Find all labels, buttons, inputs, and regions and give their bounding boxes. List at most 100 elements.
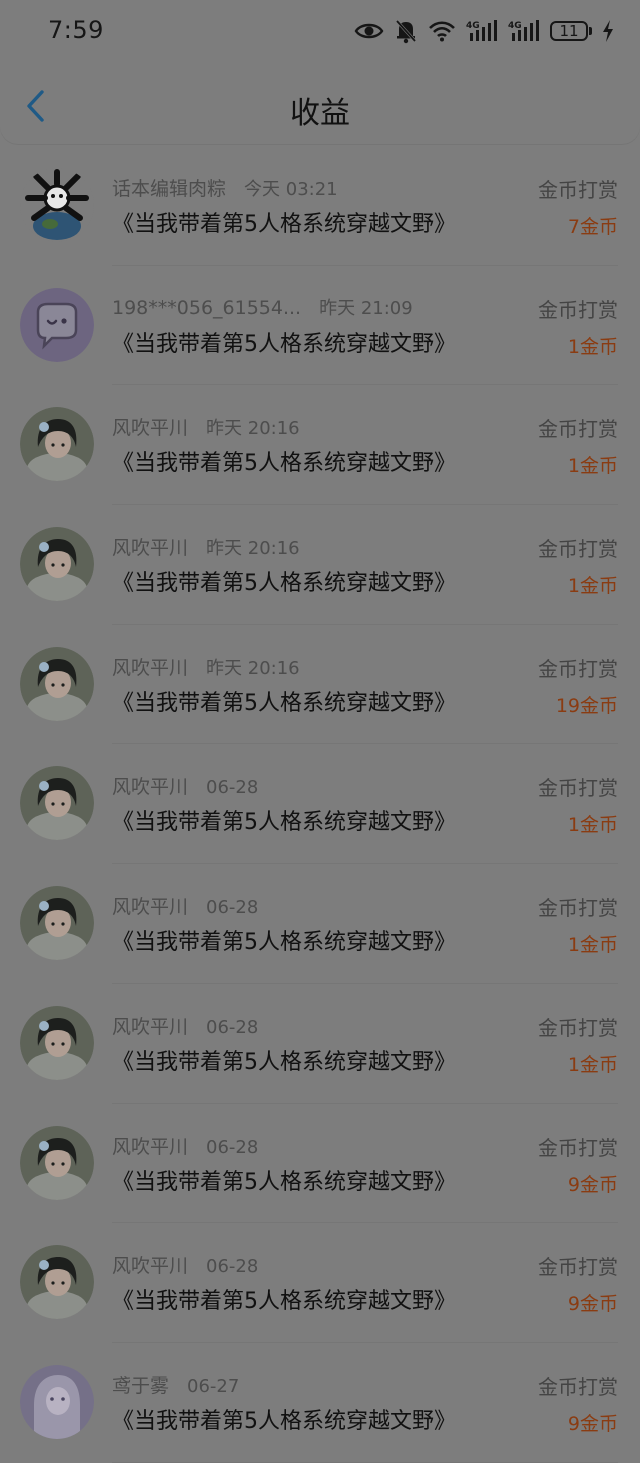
- reward-amount: 1金币: [567, 814, 618, 837]
- item-meta: 风吹平川 06-28: [112, 1251, 258, 1278]
- list-item[interactable]: 198***056_61554... 昨天 21:09 《当我带着第5人格系统穿越…: [0, 266, 640, 386]
- reward-type: 金币打赏: [538, 178, 618, 202]
- book-title: 《当我带着第5人格系统穿越文野》: [112, 690, 456, 716]
- reward-type: 金币打赏: [538, 896, 618, 921]
- list-item[interactable]: 风吹平川 06-28 《当我带着第5人格系统穿越文野》 金币打赏 1金币: [0, 744, 640, 864]
- battery-icon: 11: [550, 21, 592, 41]
- avatar[interactable]: [20, 886, 94, 961]
- avatar[interactable]: [20, 1245, 94, 1320]
- sender-name: 风吹平川: [112, 656, 189, 679]
- avatar[interactable]: [20, 766, 94, 841]
- item-time: 06-28: [206, 1016, 259, 1038]
- item-meta: 风吹平川 06-28: [112, 892, 258, 919]
- sender-name: 风吹平川: [112, 1135, 189, 1158]
- sender-name: 风吹平川: [112, 537, 189, 560]
- sender-name: 风吹平川: [112, 896, 189, 919]
- book-title: 《当我带着第5人格系统穿越文野》: [112, 571, 456, 597]
- sender-name: 风吹平川: [112, 776, 189, 799]
- mute-bell-icon: [394, 18, 418, 44]
- sender-name: 鸢于雾: [112, 1374, 170, 1397]
- list-item[interactable]: 风吹平川 06-28 《当我带着第5人格系统穿越文野》 金币打赏 9金币: [0, 1223, 640, 1343]
- book-title: 《当我带着第5人格系统穿越文野》: [112, 331, 456, 357]
- item-time: 06-28: [206, 1136, 259, 1158]
- item-meta: 话本编辑肉粽 今天 03:21: [112, 174, 338, 201]
- item-time: 昨天 20:16: [206, 418, 300, 440]
- item-time: 昨天 20:16: [206, 657, 300, 679]
- item-meta: 风吹平川 06-28: [112, 772, 258, 799]
- book-title: 《当我带着第5人格系统穿越文野》: [112, 1169, 456, 1195]
- sender-name: 话本编辑肉粽: [112, 178, 227, 200]
- svg-text:4G: 4G: [466, 21, 480, 31]
- item-meta: 风吹平川 06-28: [112, 1132, 258, 1159]
- eye-icon: [354, 20, 384, 42]
- book-title: 《当我带着第5人格系统穿越文野》: [112, 1049, 456, 1075]
- book-title: 《当我带着第5人格系统穿越文野》: [112, 930, 456, 956]
- book-title: 《当我带着第5人格系统穿越文野》: [112, 1289, 456, 1315]
- reward-amount: 7金币: [567, 216, 618, 238]
- reward-amount: 1金币: [567, 335, 618, 358]
- reward-amount: 1金币: [567, 1053, 618, 1076]
- signal-4g-icon: 4G: [508, 19, 540, 43]
- reward-type: 金币打赏: [538, 1255, 618, 1280]
- earnings-list: 话本编辑肉粽 今天 03:21 《当我带着第5人格系统穿越文野》 金币打赏 7金币…: [0, 146, 640, 1463]
- reward-type: 金币打赏: [538, 1015, 618, 1040]
- reward-amount: 1金币: [567, 455, 618, 478]
- avatar[interactable]: [20, 646, 94, 721]
- reward-type: 金币打赏: [538, 1374, 618, 1399]
- list-item[interactable]: 风吹平川 06-28 《当我带着第5人格系统穿越文野》 金币打赏 1金币: [0, 864, 640, 984]
- battery-level: 11: [550, 21, 588, 41]
- avatar[interactable]: [20, 1364, 94, 1439]
- reward-type: 金币打赏: [538, 297, 618, 322]
- item-time: 昨天 20:16: [206, 538, 300, 560]
- reward-type: 金币打赏: [538, 537, 618, 562]
- item-time: 06-28: [206, 777, 259, 799]
- sender-name: 风吹平川: [112, 417, 189, 440]
- reward-amount: 9金币: [567, 1412, 618, 1435]
- avatar[interactable]: [20, 527, 94, 602]
- list-item[interactable]: 风吹平川 昨天 20:16 《当我带着第5人格系统穿越文野》 金币打赏 1金币: [0, 505, 640, 625]
- charging-bolt-icon: [602, 20, 614, 42]
- item-meta: 风吹平川 昨天 20:16: [112, 533, 300, 560]
- book-title: 《当我带着第5人格系统穿越文野》: [112, 810, 456, 836]
- item-time: 06-27: [187, 1375, 240, 1397]
- wifi-icon: [428, 20, 456, 42]
- sender-name: 风吹平川: [112, 1255, 189, 1278]
- item-time: 06-28: [206, 897, 259, 919]
- book-title: 《当我带着第5人格系统穿越文野》: [112, 212, 456, 237]
- avatar[interactable]: [20, 1125, 94, 1200]
- item-meta: 鸢于雾 06-27: [112, 1371, 239, 1398]
- signal-4g-icon: 4G: [466, 19, 498, 43]
- reward-type: 金币打赏: [538, 1135, 618, 1160]
- reward-amount: 19金币: [555, 694, 618, 717]
- page-title: 收益: [290, 96, 350, 131]
- list-item[interactable]: 鸢于雾 06-27 《当我带着第5人格系统穿越文野》 金币打赏 9金币: [0, 1343, 640, 1463]
- avatar[interactable]: [20, 1005, 94, 1080]
- reward-amount: 1金币: [567, 934, 618, 957]
- item-meta: 198***056_61554... 昨天 21:09: [112, 294, 413, 320]
- sender-name: 风吹平川: [112, 1015, 189, 1038]
- header: 收益: [0, 62, 640, 144]
- status-bar: 7:59 4G 4G 11: [0, 0, 640, 62]
- reward-type: 金币打赏: [538, 417, 618, 442]
- book-title: 《当我带着第5人格系统穿越文野》: [112, 1408, 456, 1434]
- reward-type: 金币打赏: [538, 776, 618, 801]
- item-time: 06-28: [206, 1256, 259, 1278]
- avatar[interactable]: [20, 287, 94, 362]
- item-meta: 风吹平川 06-28: [112, 1012, 258, 1039]
- list-item[interactable]: 风吹平川 昨天 20:16 《当我带着第5人格系统穿越文野》 金币打赏 19金币: [0, 625, 640, 745]
- avatar[interactable]: [20, 168, 94, 242]
- list-item[interactable]: 风吹平川 06-28 《当我带着第5人格系统穿越文野》 金币打赏 9金币: [0, 1104, 640, 1224]
- status-time: 7:59: [48, 16, 104, 44]
- list-item[interactable]: 风吹平川 昨天 20:16 《当我带着第5人格系统穿越文野》 金币打赏 1金币: [0, 385, 640, 505]
- list-item[interactable]: 风吹平川 06-28 《当我带着第5人格系统穿越文野》 金币打赏 1金币: [0, 984, 640, 1104]
- reward-amount: 9金币: [567, 1173, 618, 1196]
- svg-text:4G: 4G: [508, 21, 522, 31]
- item-meta: 风吹平川 昨天 20:16: [112, 413, 300, 440]
- item-meta: 风吹平川 昨天 20:16: [112, 653, 300, 680]
- reward-amount: 1金币: [567, 575, 618, 598]
- avatar[interactable]: [20, 407, 94, 482]
- reward-amount: 9金币: [567, 1293, 618, 1316]
- book-title: 《当我带着第5人格系统穿越文野》: [112, 451, 456, 477]
- list-item[interactable]: 话本编辑肉粽 今天 03:21 《当我带着第5人格系统穿越文野》 金币打赏 7金币: [0, 146, 640, 266]
- item-time: 今天 03:21: [244, 179, 338, 200]
